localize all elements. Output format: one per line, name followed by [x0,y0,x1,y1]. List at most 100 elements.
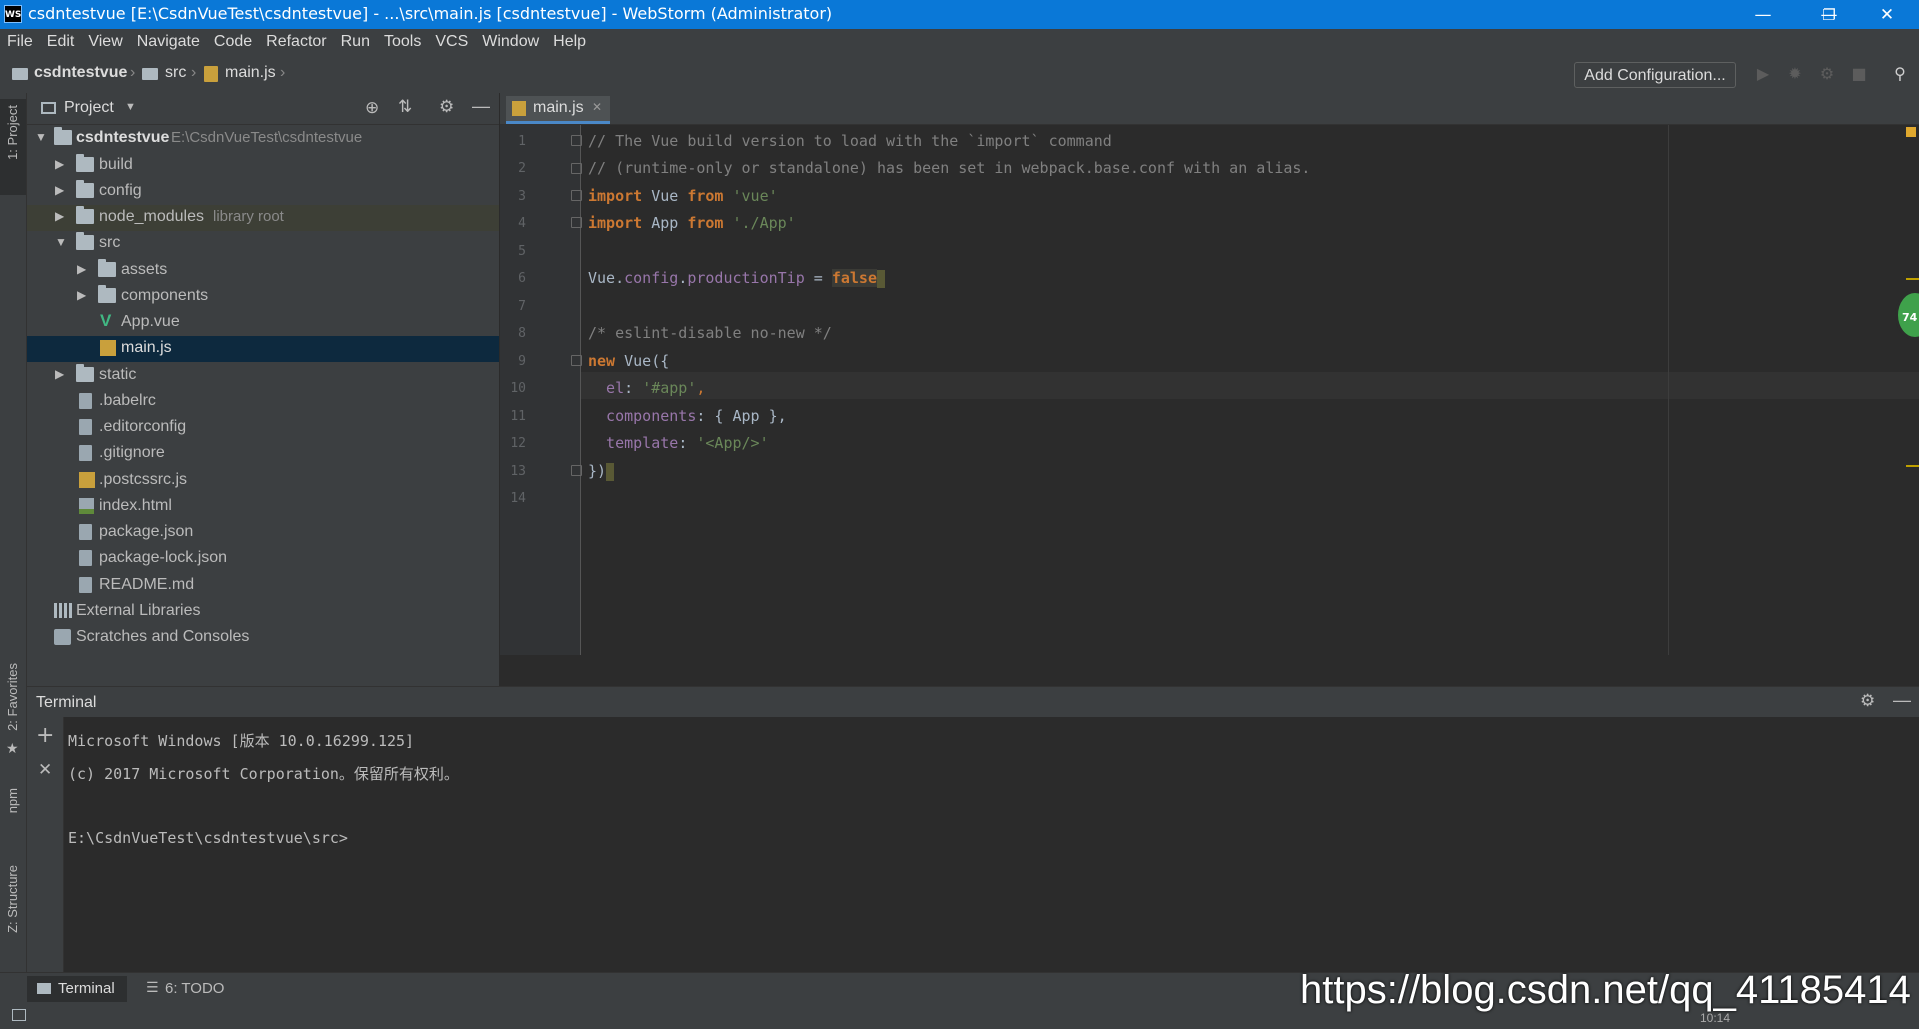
tree-item-editorconfig[interactable]: .editorconfig [27,415,499,441]
debug-icon[interactable]: ✹ [1785,64,1805,84]
fold-marker-icon[interactable] [571,465,582,476]
tree-item-postcssrc[interactable]: .postcssrc.js [27,468,499,494]
gear-icon[interactable]: ⚙ [439,97,454,117]
tree-root[interactable]: ▼ csdntestvue E:\CsdnVueTest\csdntestvue [27,126,499,152]
tree-item-label: main.js [121,339,172,356]
menu-edit[interactable]: Edit [40,29,82,51]
chevron-right-icon: ▶ [55,157,65,171]
tree-item-label: .gitignore [99,444,165,461]
breadcrumb-project[interactable]: csdntestvue [34,64,127,82]
tree-item-assets[interactable]: ▶ assets [27,258,499,284]
property: components [588,407,697,425]
fold-marker-icon[interactable] [571,217,582,228]
tree-item-config[interactable]: ▶ config [27,179,499,205]
tree-item-static[interactable]: ▶ static [27,363,499,389]
add-configuration-button[interactable]: Add Configuration... [1574,62,1736,88]
folder-icon [98,285,116,303]
minimize-button-2[interactable]: — [1740,2,1786,28]
line-number: 13 [510,464,526,479]
terminal-tool-tab[interactable]: Terminal [58,980,115,997]
close-tab-icon[interactable]: ✕ [592,100,602,114]
tree-item-package-json[interactable]: package.json [27,520,499,546]
error-stripe-mark[interactable] [1906,465,1919,467]
tree-item-babelrc[interactable]: .babelrc [27,389,499,415]
fold-marker-icon[interactable] [571,190,582,201]
tree-item-build[interactable]: ▶ build [27,153,499,179]
menu-vcs[interactable]: VCS [428,29,475,51]
project-tool-tab[interactable]: 1: Project [5,105,20,160]
stop-icon[interactable]: ■ [1849,64,1869,84]
menu-tools[interactable]: Tools [377,29,428,51]
warning-marker-icon[interactable] [1906,127,1916,137]
search-icon[interactable]: ⚲ [1890,64,1910,84]
chevron-down-icon: ▼ [35,130,47,144]
error-stripe-mark[interactable] [1906,278,1919,280]
breadcrumb-separator-icon: › [130,64,136,81]
line-number: 7 [518,299,526,314]
keyword: import [588,214,643,232]
tree-root-name: csdntestvue [76,129,170,146]
menu-view[interactable]: View [81,29,129,51]
identifier: App [642,214,688,232]
new-session-icon[interactable]: + [36,725,54,747]
tree-item-label: .editorconfig [99,418,187,435]
project-panel-title[interactable]: Project [64,99,114,117]
restore-button[interactable]: ❐ [1806,2,1852,28]
breadcrumb-folder[interactable]: src [165,64,186,82]
identifier: : { App }, [696,407,787,425]
locate-icon[interactable]: ⊕ [365,98,379,118]
tree-item-node-modules[interactable]: ▶ node_modules library root [27,205,499,231]
keyword: false [831,269,877,287]
coverage-icon[interactable]: ⚙ [1817,64,1837,84]
gear-icon[interactable]: ⚙ [1860,691,1875,711]
menu-help[interactable]: Help [546,29,593,51]
line-number: 5 [518,244,526,259]
fold-marker-icon[interactable] [571,355,582,366]
breadcrumb-file[interactable]: main.js [225,64,276,82]
chevron-down-icon[interactable]: ▼ [125,101,136,113]
folder-icon [76,180,94,198]
hide-panel-icon[interactable]: — [1893,690,1911,711]
tab-main-js[interactable]: main.js ✕ [506,96,610,124]
library-root-hint: library root [213,208,284,225]
menu-refactor[interactable]: Refactor [259,29,333,51]
tree-item-components[interactable]: ▶ components [27,284,499,310]
menu-run[interactable]: Run [334,29,377,51]
structure-tool-tab[interactable]: Z: Structure [5,865,20,933]
menu-code[interactable]: Code [207,29,259,51]
caret-row-highlight [581,372,1919,399]
menu-bar: File Edit View Navigate Code Refactor Run Tools… [0,29,1919,56]
close-session-icon[interactable]: ✕ [38,760,52,780]
fold-marker-icon[interactable] [571,163,582,174]
tree-item-scratches[interactable]: Scratches and Consoles [27,625,499,651]
fold-marker-icon[interactable] [571,135,582,146]
menu-navigate[interactable]: Navigate [130,29,207,51]
tree-item-main-js[interactable]: main.js [27,336,499,362]
tree-item-label: package-lock.json [99,549,228,566]
favorites-tool-tab[interactable]: 2: Favorites [5,663,20,731]
todo-list-icon: ☰ [146,980,159,996]
menu-window[interactable]: Window [475,29,546,51]
tree-item-app-vue[interactable]: V App.vue [27,310,499,336]
tree-item-gitignore[interactable]: .gitignore [27,441,499,467]
npm-tool-tab[interactable]: npm [5,788,20,813]
tree-item-src[interactable]: ▼ src [27,231,499,257]
tree-item-package-lock[interactable]: package-lock.json [27,546,499,572]
code-line-12: template: '<App/>' [588,434,769,452]
tree-item-readme[interactable]: README.md [27,573,499,599]
code-line-1: // The Vue build version to load with th… [588,132,1112,150]
code-line-4: import App from './App' [588,214,796,232]
menu-file[interactable]: File [0,29,40,51]
line-number: 1 [518,134,526,149]
toggle-tool-windows-icon[interactable] [12,1009,26,1021]
caret-position[interactable]: 10:14 [1700,1011,1730,1025]
tree-item-label: .babelrc [99,392,156,409]
hide-panel-icon[interactable]: — [472,96,490,117]
close-button[interactable]: ✕ [1864,2,1910,28]
collapse-all-icon[interactable]: ⇅ [398,97,412,117]
tree-item-label: config [99,182,142,199]
tree-item-external-libraries[interactable]: External Libraries [27,599,499,625]
tree-item-index-html[interactable]: index.html [27,494,499,520]
todo-tool-tab[interactable]: 6: TODO [165,980,224,997]
run-icon[interactable]: ▶ [1753,64,1773,84]
